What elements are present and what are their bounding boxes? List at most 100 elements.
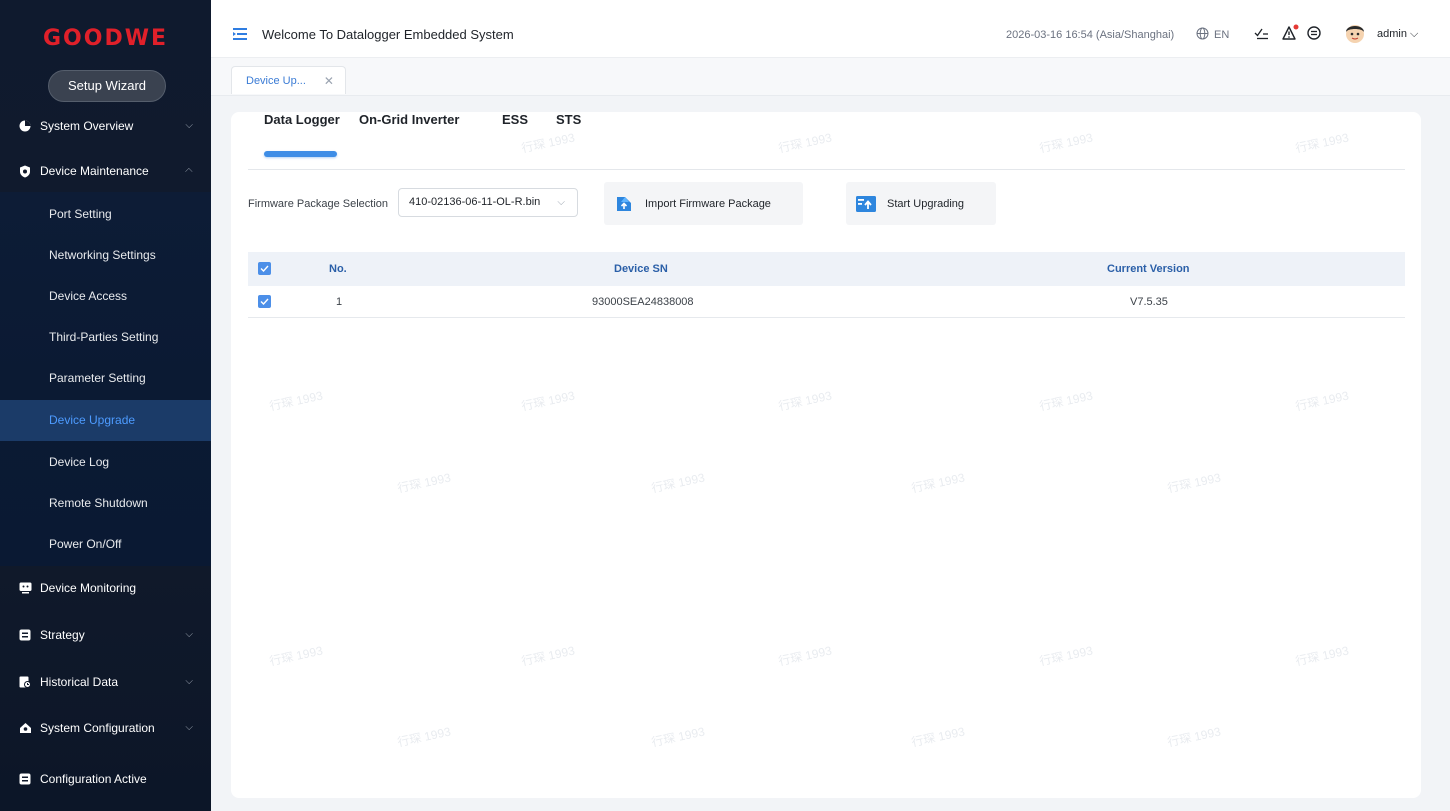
chevron-down-icon: ⌵ (185, 722, 193, 733)
menu-label: System Configuration (40, 721, 155, 735)
device-maintenance-submenu: Port Setting Networking Settings Device … (0, 192, 211, 566)
sidebar-item-device-log[interactable]: Device Log (0, 442, 211, 483)
watermark: 行琛 1993 (1294, 388, 1351, 414)
tab-ess[interactable]: ESS (502, 112, 528, 127)
watermark: 行琛 1993 (268, 643, 325, 669)
close-icon[interactable]: ✕ (324, 74, 334, 88)
sidebar-item-power-on-off[interactable]: Power On/Off (0, 524, 211, 565)
menu-system-overview[interactable]: System Overview ⌵ (0, 106, 211, 146)
menu-label: Configuration Active (40, 772, 147, 786)
welcome-title: Welcome To Datalogger Embedded System (262, 27, 514, 42)
check-icon (260, 298, 269, 305)
active-tab-indicator (264, 151, 337, 157)
sidebar-item-port-setting[interactable]: Port Setting (0, 194, 211, 235)
menu-label: System Overview (40, 119, 134, 133)
watermark: 行琛 1993 (910, 470, 967, 496)
column-header-current-version: Current Version (1107, 263, 1190, 275)
chevron-down-icon: ⌵ (1406, 28, 1419, 40)
avatar[interactable] (1342, 20, 1368, 46)
menu-label: Device Maintenance (40, 164, 149, 178)
watermark: 行琛 1993 (396, 470, 453, 496)
tab-on-grid-inverter[interactable]: On-Grid Inverter (359, 112, 459, 127)
strategy-icon (18, 628, 32, 642)
current-datetime: 2026-03-16 16:54 (Asia/Shanghai) (1006, 29, 1175, 41)
watermark: 行琛 1993 (520, 643, 577, 669)
pie-icon (18, 119, 32, 133)
checklist-icon[interactable] (1254, 26, 1269, 43)
watermark: 行琛 1993 (650, 470, 707, 496)
watermark: 行琛 1993 (1166, 470, 1223, 496)
page-tab-label: Device Up... (246, 74, 306, 87)
top-strip (211, 0, 1450, 12)
watermark: 行琛 1993 (396, 724, 453, 750)
menu-label: Device Monitoring (40, 581, 137, 595)
import-firmware-label: Import Firmware Package (645, 197, 771, 210)
alarm-icon[interactable] (1281, 24, 1299, 44)
upgrade-card: 行琛 1993 行琛 1993 行琛 1993 行琛 1993 行琛 1993 … (231, 112, 1421, 798)
brand-logo: GOODWE (42, 26, 169, 51)
cell-current-version: V7.5.35 (1130, 296, 1168, 308)
cell-device-sn: 93000SEA24838008 (592, 296, 694, 308)
row-checkbox[interactable] (258, 295, 271, 308)
firmware-package-select[interactable]: 410-02136-06-11-OL-R.bin ⌵ (398, 188, 578, 217)
sidebar-item-device-upgrade[interactable]: Device Upgrade (0, 400, 211, 441)
shield-icon (18, 164, 32, 178)
sidebar-item-device-access[interactable]: Device Access (0, 276, 211, 317)
user-menu[interactable]: admin ⌵ (1377, 28, 1418, 41)
sidebar-item-parameter-setting[interactable]: Parameter Setting (0, 358, 211, 399)
watermark: 行琛 1993 (1166, 724, 1223, 750)
monitor-icon (18, 581, 32, 595)
start-upgrading-button[interactable]: Start Upgrading (846, 182, 996, 225)
menu-configuration-active[interactable]: Configuration Active (0, 759, 211, 799)
upgrade-icon (856, 195, 876, 212)
watermark: 行琛 1993 (1038, 643, 1095, 669)
language-selector[interactable]: EN (1214, 29, 1229, 41)
chevron-down-icon: ⌵ (557, 197, 565, 208)
watermark: 行琛 1993 (650, 724, 707, 750)
globe-icon[interactable] (1196, 27, 1209, 43)
setup-wizard-button[interactable]: Setup Wizard (48, 70, 166, 102)
watermark: 行琛 1993 (1294, 643, 1351, 669)
sidebar: GOODWE Setup Wizard System Overview ⌵ De… (0, 0, 211, 811)
watermark: 行琛 1993 (268, 388, 325, 414)
table-row[interactable]: 1 93000SEA24838008 V7.5.35 (248, 286, 1405, 318)
top-bar: Welcome To Datalogger Embedded System 20… (211, 12, 1450, 58)
check-icon (260, 265, 269, 272)
tab-sts[interactable]: STS (556, 112, 581, 127)
watermark: 行琛 1993 (777, 643, 834, 669)
watermark: 行琛 1993 (1038, 388, 1095, 414)
page-tab-device-upgrade[interactable]: Device Up... ✕ (231, 66, 346, 94)
menu-system-configuration[interactable]: System Configuration ⌵ (0, 708, 211, 748)
menu-label: Strategy (40, 628, 85, 642)
cloud-upload-icon (617, 196, 631, 211)
menu-historical-data[interactable]: Historical Data ⌵ (0, 662, 211, 702)
sidebar-item-third-parties-setting[interactable]: Third-Parties Setting (0, 317, 211, 358)
firmware-package-value: 410-02136-06-11-OL-R.bin (409, 196, 541, 208)
history-icon (18, 675, 32, 689)
watermark: 行琛 1993 (777, 130, 834, 156)
menu-device-monitoring[interactable]: Device Monitoring (0, 568, 211, 608)
chevron-down-icon: ⌵ (185, 629, 193, 640)
page-tab-strip: Device Up... ✕ (211, 58, 1450, 96)
select-all-checkbox[interactable] (258, 262, 271, 275)
user-name: admin (1377, 28, 1407, 40)
sidebar-item-networking-settings[interactable]: Networking Settings (0, 235, 211, 276)
start-upgrading-label: Start Upgrading (887, 197, 965, 210)
menu-strategy[interactable]: Strategy ⌵ (0, 615, 211, 655)
chevron-up-icon: ⌵ (185, 165, 193, 176)
menu-toggle-icon[interactable] (233, 28, 247, 43)
menu-device-maintenance[interactable]: Device Maintenance ⌵ (0, 151, 211, 191)
import-firmware-button[interactable]: Import Firmware Package (604, 182, 803, 225)
cell-no: 1 (336, 296, 343, 308)
menu-label: Historical Data (40, 675, 119, 689)
firmware-package-label: Firmware Package Selection (248, 198, 389, 210)
config-active-icon (18, 772, 32, 786)
sidebar-item-remote-shutdown[interactable]: Remote Shutdown (0, 483, 211, 524)
tab-data-logger[interactable]: Data Logger (264, 112, 340, 127)
chevron-down-icon: ⌵ (185, 120, 193, 131)
watermark: 行琛 1993 (910, 724, 967, 750)
watermark: 行琛 1993 (520, 130, 577, 156)
chevron-down-icon: ⌵ (185, 676, 193, 687)
watermark: 行琛 1993 (1294, 130, 1351, 156)
minus-circle-icon[interactable] (1307, 26, 1321, 43)
